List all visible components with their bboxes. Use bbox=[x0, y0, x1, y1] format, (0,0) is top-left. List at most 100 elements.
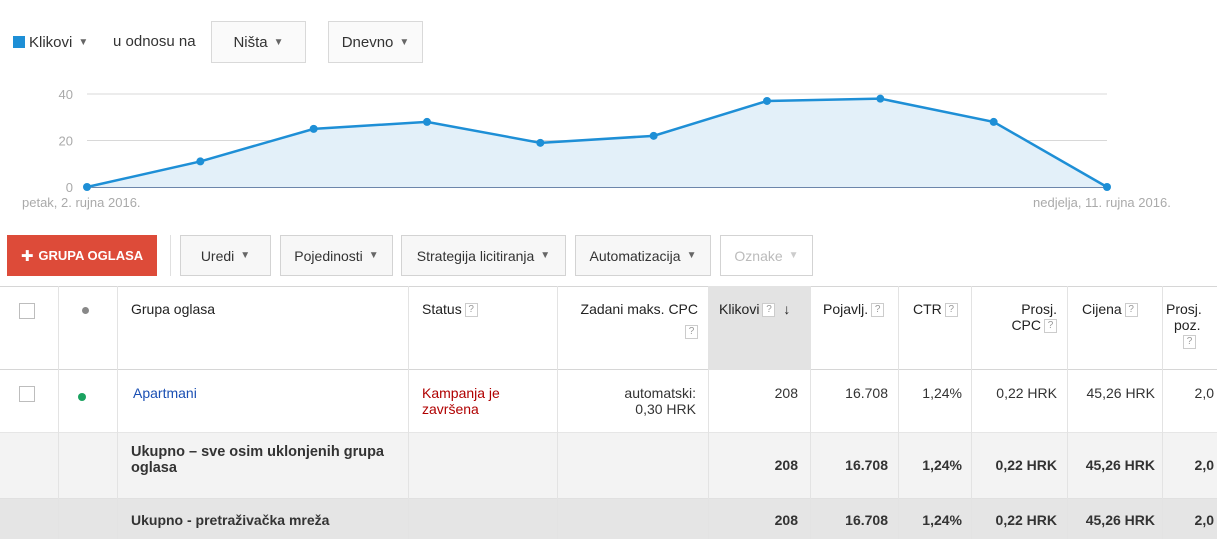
help-icon[interactable]: ? bbox=[1124, 303, 1138, 318]
help-icon[interactable]: ? bbox=[944, 303, 958, 318]
row-checkbox[interactable] bbox=[19, 386, 35, 402]
impressions-value: 16.708 bbox=[845, 385, 888, 401]
header-default-max-cpc[interactable]: Zadani maks. CPC ? bbox=[560, 301, 698, 340]
header-ad-group[interactable]: Grupa oglasa bbox=[131, 301, 215, 317]
data-point bbox=[83, 183, 91, 191]
data-point bbox=[763, 96, 771, 105]
cost-value: 45,26 HRK bbox=[1086, 385, 1155, 401]
chevron-down-icon: ▼ bbox=[788, 250, 799, 261]
y-tick-label: 0 bbox=[66, 180, 73, 195]
avg-cpc-value: 0,22 HRK bbox=[996, 385, 1057, 401]
details-button-label: Pojedinosti bbox=[294, 247, 363, 264]
column-divider bbox=[557, 286, 558, 539]
status-text: Kampanja je završena bbox=[422, 385, 500, 417]
total-all-avg-position: 2,0 bbox=[1194, 457, 1214, 473]
header-avg-cpc[interactable]: Prosj. CPC? bbox=[975, 301, 1057, 334]
header-clicks[interactable]: Klikovi? ↓ bbox=[719, 301, 791, 318]
clicks-value: 208 bbox=[774, 385, 798, 401]
chevron-down-icon: ▼ bbox=[368, 250, 379, 261]
bid-strategy-button[interactable]: Strategija licitiranja ▼ bbox=[401, 235, 566, 276]
header-avg-cpc-line2: CPC bbox=[1011, 317, 1041, 333]
chevron-down-icon: ▼ bbox=[399, 36, 410, 48]
status-text-line1: Kampanja je bbox=[422, 385, 500, 401]
total-search-impressions: 16.708 bbox=[845, 512, 888, 528]
total-all-label-line2: oglasa bbox=[131, 460, 177, 476]
header-cost[interactable]: Cijena? bbox=[1082, 301, 1138, 318]
edit-button[interactable]: Uredi ▼ bbox=[180, 235, 271, 276]
chevron-down-icon: ▼ bbox=[686, 250, 697, 261]
details-button[interactable]: Pojedinosti ▼ bbox=[280, 235, 393, 276]
total-search-cost: 45,26 HRK bbox=[1085, 512, 1155, 528]
header-status[interactable]: Status? bbox=[422, 301, 478, 318]
data-point bbox=[309, 124, 318, 133]
select-all-checkbox[interactable] bbox=[19, 303, 35, 319]
column-divider bbox=[810, 286, 811, 539]
chevron-down-icon: ▼ bbox=[540, 250, 551, 261]
total-all-cost: 45,26 HRK bbox=[1085, 457, 1155, 473]
total-all-label-line1: Ukupno – sve osim uklonjenih grupa bbox=[131, 444, 384, 460]
help-icon[interactable]: ? bbox=[871, 303, 885, 318]
ad-groups-table: Grupa oglasa Status? Zadani maks. CPC ? … bbox=[0, 286, 1217, 539]
header-status-label: Status bbox=[422, 301, 462, 317]
total-search-clicks: 208 bbox=[774, 512, 798, 528]
total-all-ctr: 1,24% bbox=[922, 457, 962, 473]
column-divider bbox=[117, 286, 118, 539]
total-search-ctr: 1,24% bbox=[922, 512, 962, 528]
total-all-avg-cpc: 0,22 HRK bbox=[995, 457, 1057, 473]
data-point bbox=[536, 138, 545, 147]
labels-label: Oznake bbox=[734, 247, 783, 264]
sort-descending-icon: ↓ bbox=[783, 301, 791, 317]
period-select[interactable]: Dnevno ▼ bbox=[328, 21, 423, 63]
edit-button-label: Uredi bbox=[200, 247, 235, 264]
column-divider bbox=[971, 286, 972, 539]
total-search-avg-cpc: 0,22 HRK bbox=[995, 512, 1057, 528]
compare-metric-label: Ništa bbox=[233, 33, 268, 51]
header-impressions[interactable]: Pojavlj.? bbox=[823, 301, 885, 318]
relation-text: u odnosu na bbox=[113, 33, 196, 50]
data-point bbox=[876, 94, 885, 103]
header-default-max-cpc-label: Zadani maks. CPC bbox=[580, 301, 698, 317]
add-ad-group-label: GRUPA OGLASA bbox=[38, 248, 144, 263]
total-all-clicks: 208 bbox=[774, 457, 798, 473]
bid-strategy-label: Strategija licitiranja bbox=[416, 247, 535, 264]
help-icon[interactable]: ? bbox=[464, 303, 478, 318]
total-search-label: Ukupno - pretraživačka mreža bbox=[131, 512, 330, 528]
add-ad-group-button[interactable]: ✚ GRUPA OGLASA bbox=[7, 235, 157, 276]
column-divider bbox=[408, 286, 409, 539]
ctr-value: 1,24% bbox=[922, 385, 962, 401]
labels-button[interactable]: Oznake ▼ bbox=[720, 235, 813, 276]
total-all-label: Ukupno – sve osim uklonjenih grupa oglas… bbox=[131, 444, 401, 476]
help-icon[interactable]: ? bbox=[762, 303, 776, 318]
column-divider bbox=[1067, 286, 1068, 539]
column-divider bbox=[1162, 286, 1163, 539]
data-point bbox=[423, 117, 431, 126]
header-avg-position[interactable]: Prosj. poz. ? bbox=[1166, 301, 1202, 350]
help-icon[interactable]: ? bbox=[1183, 335, 1196, 350]
chevron-down-icon: ▼ bbox=[240, 250, 251, 261]
header-ctr-label: CTR bbox=[913, 301, 942, 317]
default-max-cpc-line2: 0,30 HRK bbox=[635, 401, 696, 417]
enabled-status-dot-icon[interactable] bbox=[78, 393, 86, 401]
plus-icon: ✚ bbox=[20, 247, 34, 265]
automation-button[interactable]: Automatizacija ▼ bbox=[575, 235, 711, 276]
metric-select[interactable]: Klikovi ▼ bbox=[7, 21, 105, 63]
header-avg-position-line1: Prosj. bbox=[1166, 301, 1202, 317]
data-point bbox=[649, 131, 658, 140]
chevron-down-icon: ▼ bbox=[78, 36, 89, 48]
header-avg-cpc-line1: Prosj. bbox=[1021, 301, 1057, 317]
toolbar-divider bbox=[170, 235, 171, 276]
chart-start-date: petak, 2. rujna 2016. bbox=[22, 195, 141, 210]
period-select-label: Dnevno bbox=[341, 33, 394, 51]
compare-metric-select[interactable]: Ništa ▼ bbox=[211, 21, 306, 63]
header-impressions-label: Pojavlj. bbox=[823, 301, 869, 317]
help-icon[interactable]: ? bbox=[685, 325, 698, 340]
status-dot-header-icon bbox=[82, 307, 89, 314]
chevron-down-icon: ▼ bbox=[273, 36, 284, 48]
total-search-avg-position: 2,0 bbox=[1194, 512, 1214, 528]
header-ctr[interactable]: CTR? bbox=[913, 301, 958, 318]
total-all-impressions: 16.708 bbox=[845, 457, 888, 473]
default-max-cpc-value[interactable]: automatski: 0,30 HRK bbox=[560, 385, 696, 417]
ad-group-link[interactable]: Apartmani bbox=[133, 385, 197, 401]
help-icon[interactable]: ? bbox=[1044, 319, 1057, 334]
data-point bbox=[196, 157, 205, 166]
